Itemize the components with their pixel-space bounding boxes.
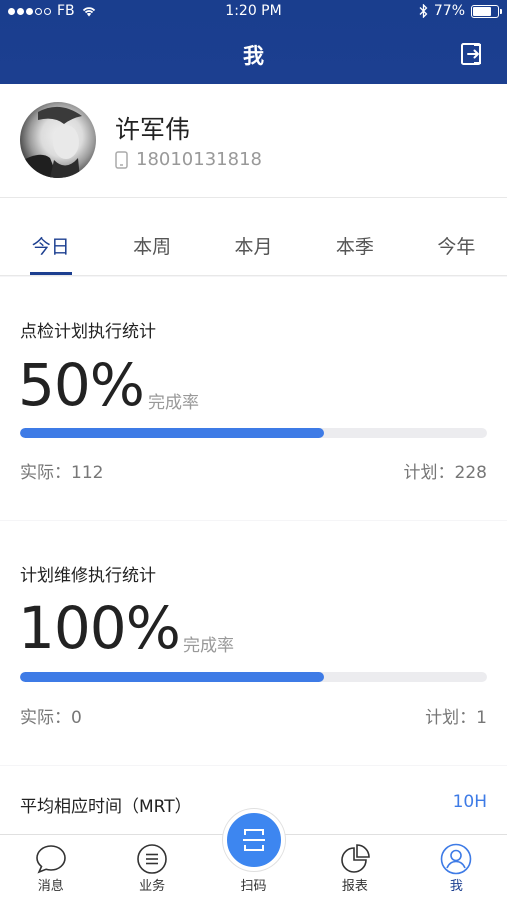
header: FB 1:20 PM 77% 我 xyxy=(0,0,507,84)
battery-percent: 77% xyxy=(433,3,465,19)
mrt-value: 10H xyxy=(452,792,487,812)
tab-today[interactable]: 今日 xyxy=(0,198,101,275)
bottom-tab-bar: 消息 业务 扫码 报表 我 xyxy=(0,809,507,900)
card-title: 平均相应时间（MRT） xyxy=(20,797,192,817)
maintenance-stats-card: 计划维修执行统计 100% 完成率 实际：0 计划：1 xyxy=(0,521,507,765)
phone-icon xyxy=(115,150,128,169)
tabbar-item-reports[interactable]: 报表 xyxy=(304,835,405,900)
page-title: 我 xyxy=(243,44,264,68)
scan-button[interactable] xyxy=(222,809,285,871)
card-title: 计划维修执行统计 xyxy=(20,566,156,586)
completion-percent: 100% xyxy=(18,594,181,662)
tabbar-label: 我 xyxy=(449,879,463,894)
tabbar-label: 业务 xyxy=(139,879,166,894)
progress-bar xyxy=(20,428,487,438)
tabbar-item-messages[interactable]: 消息 xyxy=(0,835,101,900)
tabbar-label: 消息 xyxy=(37,879,64,894)
tab-year[interactable]: 今年 xyxy=(406,198,507,275)
card-title: 点检计划执行统计 xyxy=(20,322,156,342)
actual-count: 实际：112 xyxy=(20,463,104,483)
tabbar-item-me[interactable]: 我 xyxy=(406,835,507,900)
tab-quarter[interactable]: 本季 xyxy=(304,198,405,275)
completion-rate-label: 完成率 xyxy=(183,636,234,656)
avatar-image xyxy=(20,106,82,178)
plan-count: 计划：228 xyxy=(403,463,487,483)
actual-count: 实际：0 xyxy=(20,708,82,728)
tab-month[interactable]: 本月 xyxy=(203,198,304,275)
profile-card[interactable]: 许军伟 18010131818 xyxy=(0,84,507,198)
tabbar-item-scan[interactable]: 扫码 xyxy=(203,809,304,900)
user-name: 许军伟 xyxy=(115,115,191,144)
completion-rate-label: 完成率 xyxy=(148,393,199,413)
tabbar-label: 报表 xyxy=(341,879,368,894)
business-icon xyxy=(137,844,167,874)
tab-week[interactable]: 本周 xyxy=(101,198,202,275)
inspection-stats-card: 点检计划执行统计 50% 完成率 实际：112 计划：228 xyxy=(0,277,507,520)
status-bar: FB 1:20 PM 77% xyxy=(0,0,507,24)
phone-number: 18010131818 xyxy=(136,149,262,170)
completion-percent: 50% xyxy=(18,351,145,419)
avatar[interactable] xyxy=(20,102,96,178)
logout-icon[interactable] xyxy=(459,41,485,67)
report-icon xyxy=(341,844,370,873)
period-tabs: 今日 本周 本月 本季 今年 xyxy=(0,198,507,276)
user-phone: 18010131818 xyxy=(115,149,262,170)
profile-icon xyxy=(441,843,472,875)
plan-count: 计划：1 xyxy=(425,708,487,728)
progress-bar xyxy=(20,672,487,682)
bluetooth-icon xyxy=(419,4,428,18)
battery-icon xyxy=(471,4,502,18)
scan-icon xyxy=(242,829,265,851)
tabbar-label: 扫码 xyxy=(240,879,267,894)
message-icon xyxy=(35,845,66,874)
tabbar-item-business[interactable]: 业务 xyxy=(101,835,202,900)
